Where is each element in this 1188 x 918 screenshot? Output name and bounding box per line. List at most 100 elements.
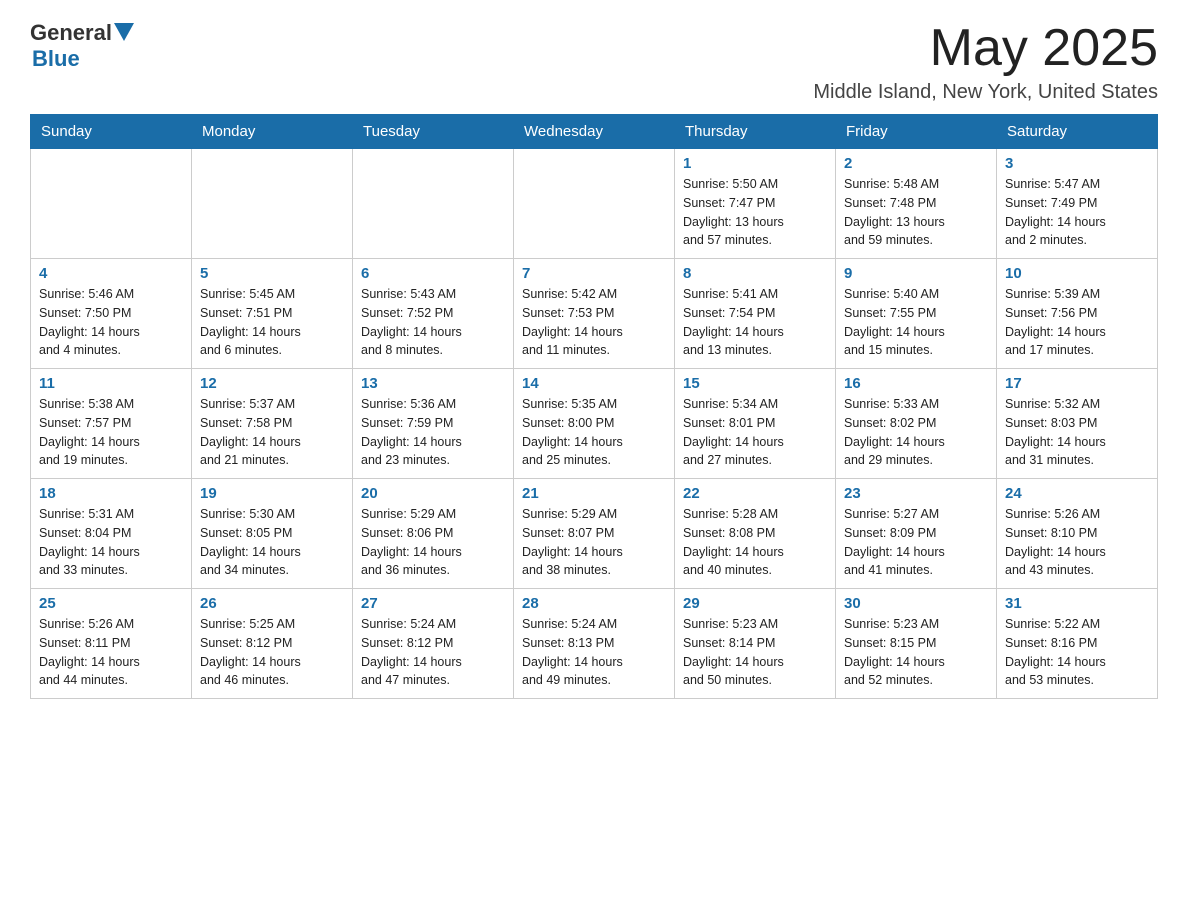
day-number: 10 [1005, 265, 1149, 282]
calendar-cell: 28 Sunrise: 5:24 AM Sunset: 8:13 PM Dayli… [514, 589, 675, 699]
calendar-cell: 10Sunrise: 5:39 AM Sunset: 7:56 PM Dayli… [997, 259, 1158, 369]
day-info: Sunrise: 5:38 AM Sunset: 7:57 PM Dayligh… [39, 395, 183, 470]
day-info: Sunrise: 5:25 AM Sunset: 8:12 PM Dayligh… [200, 615, 344, 690]
logo-text-blue: Blue [32, 46, 80, 71]
calendar-cell [31, 149, 192, 259]
day-number: 6 [361, 265, 505, 282]
day-number: 25 [39, 595, 183, 612]
calendar-cell: 29Sunrise: 5:23 AM Sunset: 8:14 PM Dayli… [675, 589, 836, 699]
logo-text-general: General [30, 20, 112, 46]
calendar-cell: 21 Sunrise: 5:29 AM Sunset: 8:07 PM Dayli… [514, 479, 675, 589]
day-info: Sunrise: 5:42 AM Sunset: 7:53 PM Dayligh… [522, 285, 666, 360]
calendar-week-row: 1Sunrise: 5:50 AM Sunset: 7:47 PM Daylig… [31, 149, 1158, 259]
calendar-cell: 16 Sunrise: 5:33 AM Sunset: 8:02 PM Dayli… [836, 369, 997, 479]
calendar-cell [514, 149, 675, 259]
day-info: Sunrise: 5:40 AM Sunset: 7:55 PM Dayligh… [844, 285, 988, 360]
day-info: Sunrise: 5:45 AM Sunset: 7:51 PM Dayligh… [200, 285, 344, 360]
day-info: Sunrise: 5:32 AM Sunset: 8:03 PM Dayligh… [1005, 395, 1149, 470]
calendar-cell: 11 Sunrise: 5:38 AM Sunset: 7:57 PM Dayli… [31, 369, 192, 479]
calendar-cell: 31 Sunrise: 5:22 AM Sunset: 8:16 PM Dayli… [997, 589, 1158, 699]
day-info: Sunrise: 5:41 AM Sunset: 7:54 PM Dayligh… [683, 285, 827, 360]
calendar-cell: 24Sunrise: 5:26 AM Sunset: 8:10 PM Dayli… [997, 479, 1158, 589]
calendar-cell: 13 Sunrise: 5:36 AM Sunset: 7:59 PM Dayli… [353, 369, 514, 479]
day-info: Sunrise: 5:28 AM Sunset: 8:08 PM Dayligh… [683, 505, 827, 580]
calendar-cell: 2 Sunrise: 5:48 AM Sunset: 7:48 PM Daylig… [836, 149, 997, 259]
day-info: Sunrise: 5:27 AM Sunset: 8:09 PM Dayligh… [844, 505, 988, 580]
calendar-cell: 12 Sunrise: 5:37 AM Sunset: 7:58 PM Dayli… [192, 369, 353, 479]
logo-triangle-icon [114, 23, 134, 45]
day-number: 26 [200, 595, 344, 612]
day-number: 18 [39, 485, 183, 502]
day-number: 13 [361, 375, 505, 392]
day-info: Sunrise: 5:30 AM Sunset: 8:05 PM Dayligh… [200, 505, 344, 580]
day-number: 12 [200, 375, 344, 392]
day-info: Sunrise: 5:48 AM Sunset: 7:48 PM Dayligh… [844, 175, 988, 250]
calendar-week-row: 4 Sunrise: 5:46 AM Sunset: 7:50 PM Daylig… [31, 259, 1158, 369]
day-info: Sunrise: 5:31 AM Sunset: 8:04 PM Dayligh… [39, 505, 183, 580]
calendar-cell: 27 Sunrise: 5:24 AM Sunset: 8:12 PM Dayli… [353, 589, 514, 699]
day-number: 31 [1005, 595, 1149, 612]
calendar-header-row: SundayMondayTuesdayWednesdayThursdayFrid… [31, 115, 1158, 149]
calendar-cell: 20 Sunrise: 5:29 AM Sunset: 8:06 PM Dayli… [353, 479, 514, 589]
page-header: General Blue May 2025 Middle Island, New… [30, 20, 1158, 104]
day-info: Sunrise: 5:24 AM Sunset: 8:12 PM Dayligh… [361, 615, 505, 690]
calendar-week-row: 18 Sunrise: 5:31 AM Sunset: 8:04 PM Dayli… [31, 479, 1158, 589]
calendar-cell: 18 Sunrise: 5:31 AM Sunset: 8:04 PM Dayli… [31, 479, 192, 589]
day-info: Sunrise: 5:23 AM Sunset: 8:15 PM Dayligh… [844, 615, 988, 690]
day-info: Sunrise: 5:37 AM Sunset: 7:58 PM Dayligh… [200, 395, 344, 470]
day-info: Sunrise: 5:36 AM Sunset: 7:59 PM Dayligh… [361, 395, 505, 470]
day-number: 1 [683, 155, 827, 172]
calendar-week-row: 25Sunrise: 5:26 AM Sunset: 8:11 PM Dayli… [31, 589, 1158, 699]
calendar-cell: 23 Sunrise: 5:27 AM Sunset: 8:09 PM Dayli… [836, 479, 997, 589]
day-number: 11 [39, 375, 183, 392]
calendar-cell: 22 Sunrise: 5:28 AM Sunset: 8:08 PM Dayli… [675, 479, 836, 589]
day-info: Sunrise: 5:34 AM Sunset: 8:01 PM Dayligh… [683, 395, 827, 470]
calendar-header-friday: Friday [836, 115, 997, 149]
day-info: Sunrise: 5:43 AM Sunset: 7:52 PM Dayligh… [361, 285, 505, 360]
day-number: 7 [522, 265, 666, 282]
day-number: 3 [1005, 155, 1149, 172]
day-number: 21 [522, 485, 666, 502]
calendar-cell [353, 149, 514, 259]
calendar-cell: 3Sunrise: 5:47 AM Sunset: 7:49 PM Daylig… [997, 149, 1158, 259]
calendar-header-monday: Monday [192, 115, 353, 149]
day-info: Sunrise: 5:33 AM Sunset: 8:02 PM Dayligh… [844, 395, 988, 470]
day-number: 28 [522, 595, 666, 612]
logo: General Blue [30, 20, 134, 72]
day-info: Sunrise: 5:29 AM Sunset: 8:06 PM Dayligh… [361, 505, 505, 580]
day-number: 16 [844, 375, 988, 392]
day-number: 27 [361, 595, 505, 612]
day-info: Sunrise: 5:22 AM Sunset: 8:16 PM Dayligh… [1005, 615, 1149, 690]
day-number: 8 [683, 265, 827, 282]
month-title: May 2025 [813, 20, 1158, 77]
calendar-cell: 15 Sunrise: 5:34 AM Sunset: 8:01 PM Dayli… [675, 369, 836, 479]
day-number: 17 [1005, 375, 1149, 392]
calendar-header-thursday: Thursday [675, 115, 836, 149]
calendar-cell [192, 149, 353, 259]
day-number: 2 [844, 155, 988, 172]
day-number: 14 [522, 375, 666, 392]
calendar-header-sunday: Sunday [31, 115, 192, 149]
calendar-cell: 1Sunrise: 5:50 AM Sunset: 7:47 PM Daylig… [675, 149, 836, 259]
day-number: 9 [844, 265, 988, 282]
calendar-cell: 8 Sunrise: 5:41 AM Sunset: 7:54 PM Daylig… [675, 259, 836, 369]
calendar-cell: 19 Sunrise: 5:30 AM Sunset: 8:05 PM Dayli… [192, 479, 353, 589]
day-number: 23 [844, 485, 988, 502]
day-number: 22 [683, 485, 827, 502]
location-title: Middle Island, New York, United States [813, 81, 1158, 104]
day-number: 15 [683, 375, 827, 392]
calendar-cell: 4 Sunrise: 5:46 AM Sunset: 7:50 PM Daylig… [31, 259, 192, 369]
calendar-cell: 30 Sunrise: 5:23 AM Sunset: 8:15 PM Dayli… [836, 589, 997, 699]
day-number: 30 [844, 595, 988, 612]
day-number: 20 [361, 485, 505, 502]
day-info: Sunrise: 5:35 AM Sunset: 8:00 PM Dayligh… [522, 395, 666, 470]
day-number: 4 [39, 265, 183, 282]
day-info: Sunrise: 5:46 AM Sunset: 7:50 PM Dayligh… [39, 285, 183, 360]
calendar-cell: 17 Sunrise: 5:32 AM Sunset: 8:03 PM Dayli… [997, 369, 1158, 479]
day-info: Sunrise: 5:23 AM Sunset: 8:14 PM Dayligh… [683, 615, 827, 690]
day-info: Sunrise: 5:26 AM Sunset: 8:10 PM Dayligh… [1005, 505, 1149, 580]
calendar-cell: 9 Sunrise: 5:40 AM Sunset: 7:55 PM Daylig… [836, 259, 997, 369]
day-info: Sunrise: 5:29 AM Sunset: 8:07 PM Dayligh… [522, 505, 666, 580]
day-info: Sunrise: 5:24 AM Sunset: 8:13 PM Dayligh… [522, 615, 666, 690]
day-number: 19 [200, 485, 344, 502]
